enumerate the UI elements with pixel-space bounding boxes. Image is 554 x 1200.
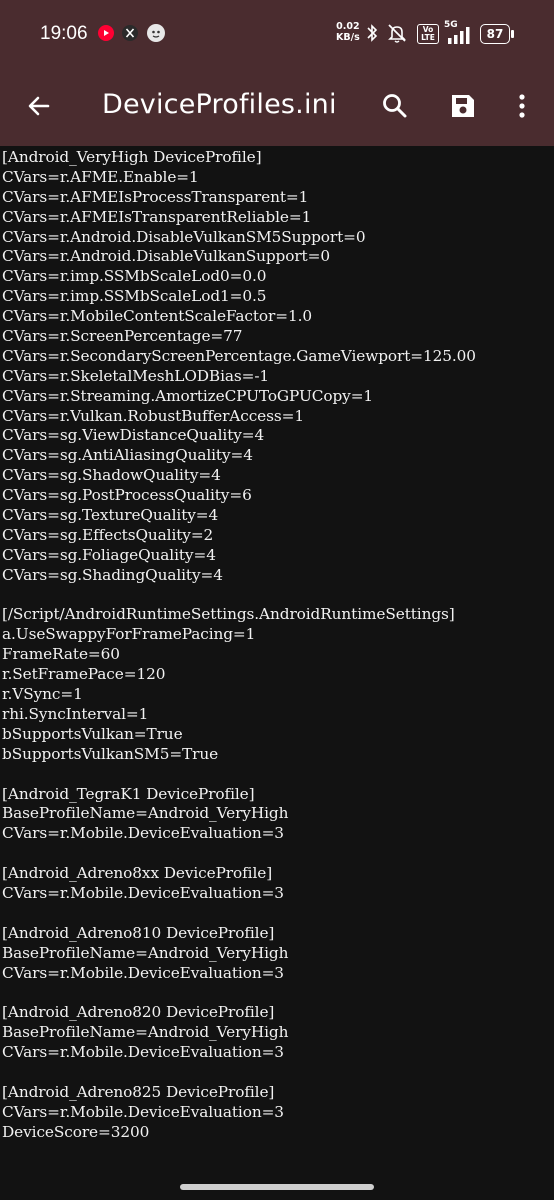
editor-line: DeviceScore=3200 xyxy=(2,1122,150,1141)
home-indicator[interactable] xyxy=(180,1184,374,1190)
editor-line: CVars=r.imp.SSMbScaleLod1=0.5 xyxy=(2,287,267,306)
editor-line: CVars=sg.ShadingQuality=4 xyxy=(2,565,223,584)
network-speed-value: 0.02 xyxy=(336,21,360,32)
editor-line: CVars=sg.EffectsQuality=2 xyxy=(2,525,214,544)
editor-line: CVars=r.Android.DisableVulkanSM5Support=… xyxy=(2,227,366,246)
bluetooth-icon xyxy=(366,23,378,47)
editor-line: a.UseSwappyForFramePacing=1 xyxy=(2,625,256,644)
editor-line: CVars=r.AFMEIsProcessTransparent=1 xyxy=(2,187,309,206)
editor-line: FrameRate=60 xyxy=(2,645,120,664)
battery-level: 87 xyxy=(486,27,504,41)
search-icon xyxy=(381,92,409,124)
editor-line: CVars=r.Android.DisableVulkanSupport=0 xyxy=(2,247,330,266)
editor-line: CVars=r.Mobile.DeviceEvaluation=3 xyxy=(2,1102,284,1121)
editor-line: CVars=sg.TextureQuality=4 xyxy=(2,506,219,525)
editor-line: CVars=r.Streaming.AmortizeCPUToGPUCopy=1 xyxy=(2,386,374,405)
battery-indicator: 87 xyxy=(480,24,514,44)
editor-line: CVars=sg.ShadowQuality=4 xyxy=(2,466,221,485)
volte-bottom: LTE xyxy=(421,33,435,42)
editor-line: CVars=r.Mobile.DeviceEvaluation=3 xyxy=(2,963,284,982)
editor-line: CVars=sg.ViewDistanceQuality=4 xyxy=(2,426,265,445)
network-speed-unit: KB/s xyxy=(336,32,360,43)
more-options-button[interactable] xyxy=(498,84,546,132)
editor-line: CVars=sg.AntiAliasingQuality=4 xyxy=(2,446,253,465)
editor-line: CVars=r.SkeletalMeshLODBias=-1 xyxy=(2,366,270,385)
editor-line: [Android_TegraK1 DeviceProfile] xyxy=(2,784,255,803)
editor-line: CVars=r.ScreenPercentage=77 xyxy=(2,327,243,346)
editor-line: bSupportsVulkanSM5=True xyxy=(2,744,219,763)
editor-line: CVars=r.Vulkan.RobustBufferAccess=1 xyxy=(2,406,304,425)
status-time: 19:06 xyxy=(40,23,88,44)
mute-bell-icon xyxy=(386,22,408,48)
editor-line: [Android_VeryHigh DeviceProfile] xyxy=(2,148,262,166)
avatar-icon xyxy=(146,23,166,47)
editor-line: CVars=r.AFME.Enable=1 xyxy=(2,167,199,186)
x-icon xyxy=(122,25,138,45)
editor-line: CVars=sg.FoliageQuality=4 xyxy=(2,545,216,564)
editor-line: CVars=sg.PostProcessQuality=6 xyxy=(2,486,252,505)
editor-line: CVars=r.Mobile.DeviceEvaluation=3 xyxy=(2,1043,284,1062)
editor-line: CVars=r.Mobile.DeviceEvaluation=3 xyxy=(2,824,284,843)
youtube-icon xyxy=(97,25,115,45)
editor-line: BaseProfileName=Android_VeryHigh xyxy=(2,1023,289,1042)
text-editor[interactable]: [Android_VeryHigh DeviceProfile] CVars=r.… xyxy=(0,146,554,1166)
volte-badge: Vo LTE xyxy=(417,24,439,44)
editor-line: CVars=r.imp.SSMbScaleLod0=0.0 xyxy=(2,267,267,286)
editor-line: r.SetFramePace=120 xyxy=(2,665,166,684)
arrow-back-icon xyxy=(26,93,52,123)
editor-line: CVars=r.AFMEIsTransparentReliable=1 xyxy=(2,207,312,226)
editor-line: [Android_Adreno820 DeviceProfile] xyxy=(2,1003,275,1022)
save-button[interactable] xyxy=(439,84,487,132)
save-icon xyxy=(450,93,476,123)
signal-icon xyxy=(446,27,472,48)
status-bar: 19:06 0.02 KB/s Vo LTE 5G 87 xyxy=(0,0,554,70)
network-speed: 0.02 KB/s xyxy=(336,21,360,43)
editor-line: CVars=r.SecondaryScreenPercentage.GameVi… xyxy=(2,346,476,365)
back-button[interactable] xyxy=(15,84,63,132)
editor-line: [Android_Adreno810 DeviceProfile] xyxy=(2,923,275,942)
search-button[interactable] xyxy=(371,84,419,132)
editor-line: CVars=r.Mobile.DeviceEvaluation=3 xyxy=(2,883,284,902)
editor-line: [Android_Adreno825 DeviceProfile] xyxy=(2,1082,275,1101)
editor-line: [Android_Adreno8xx DeviceProfile] xyxy=(2,864,273,883)
editor-line: BaseProfileName=Android_VeryHigh xyxy=(2,804,289,823)
editor-line: CVars=r.MobileContentScaleFactor=1.0 xyxy=(2,307,312,326)
editor-line: bSupportsVulkan=True xyxy=(2,724,183,743)
app-bar: DeviceProfiles.ini xyxy=(0,70,554,146)
editor-line: [/Script/AndroidRuntimeSettings.AndroidR… xyxy=(2,605,455,624)
editor-line: r.VSync=1 xyxy=(2,685,83,704)
page-title: DeviceProfiles.ini xyxy=(102,89,337,120)
editor-line: BaseProfileName=Android_VeryHigh xyxy=(2,943,289,962)
editor-line: rhi.SyncInterval=1 xyxy=(2,704,149,723)
more-vert-icon xyxy=(518,93,526,123)
